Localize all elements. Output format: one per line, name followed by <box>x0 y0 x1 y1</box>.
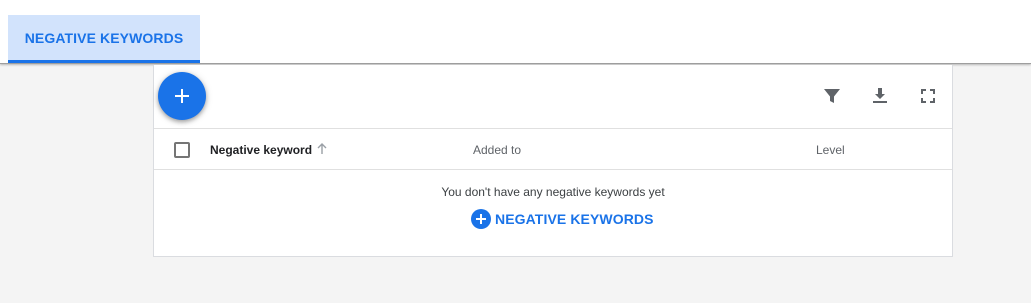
column-header-added-to: Added to <box>473 143 522 157</box>
tab-negative-keywords[interactable]: NEGATIVE KEYWORDS <box>8 15 200 63</box>
filter-icon <box>824 89 840 103</box>
sort-arrow-up-icon[interactable] <box>314 141 330 157</box>
download-icon <box>873 88 887 103</box>
fullscreen-icon <box>921 89 935 103</box>
negative-keywords-table-card: Negative keyword Added to Level You don'… <box>153 65 953 257</box>
table-header-row: Negative keyword Added to Level <box>154 128 952 170</box>
select-all-checkbox[interactable] <box>174 142 190 158</box>
filter-button[interactable] <box>820 84 844 108</box>
download-button[interactable] <box>868 84 892 108</box>
column-header-level: Level <box>816 143 845 157</box>
add-negative-keywords-link[interactable]: NEGATIVE KEYWORDS <box>471 208 654 230</box>
column-header-negative-keyword[interactable]: Negative keyword <box>210 143 312 157</box>
tab-label: NEGATIVE KEYWORDS <box>24 29 184 46</box>
fullscreen-button[interactable] <box>916 84 940 108</box>
add-link-label: NEGATIVE KEYWORDS <box>495 211 654 227</box>
add-negative-keyword-button[interactable] <box>158 72 206 120</box>
plus-icon <box>175 89 189 103</box>
add-circle-icon <box>471 209 491 229</box>
empty-state-message: You don't have any negative keywords yet <box>441 185 665 199</box>
top-bar: NEGATIVE KEYWORDS <box>0 0 1031 64</box>
